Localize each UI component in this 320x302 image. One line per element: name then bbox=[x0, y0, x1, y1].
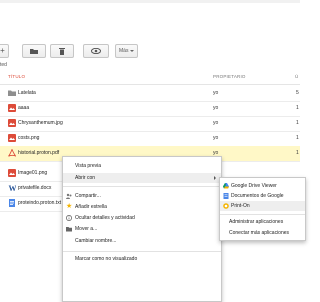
breadcrumb: ted bbox=[0, 62, 7, 68]
menu-divider bbox=[220, 214, 305, 215]
folder-icon bbox=[30, 49, 38, 54]
file-name: historial.proton.pdf bbox=[18, 150, 60, 156]
context-menu: Vista previa Abrir con Compartir... ★ Añ… bbox=[62, 156, 222, 302]
more-label: Más bbox=[119, 48, 129, 54]
folder-icon bbox=[66, 227, 72, 232]
image-file-icon bbox=[8, 104, 16, 112]
menu-item-mark-unviewed[interactable]: Marcar como no visualizado bbox=[63, 254, 221, 264]
submenu-item-label: Print-On bbox=[231, 203, 250, 209]
file-name: costs.png bbox=[18, 135, 40, 141]
table-row[interactable]: aaaa yo 1 bbox=[0, 101, 300, 117]
top-bar bbox=[0, 0, 300, 3]
file-name: Chrysanthemum.jpg bbox=[18, 120, 63, 126]
submenu-item-viewer[interactable]: Google Drive Viewer bbox=[220, 181, 305, 191]
menu-item-share[interactable]: Compartir... bbox=[63, 191, 221, 201]
file-modified: 1 bbox=[296, 135, 299, 141]
word-file-icon: W bbox=[9, 184, 17, 192]
image-file-icon bbox=[8, 169, 16, 177]
drive-viewer-icon bbox=[223, 183, 229, 189]
table-row[interactable]: Chrysanthemum.jpg yo 1 bbox=[0, 116, 300, 132]
file-name: proteindo.proton.txt bbox=[18, 200, 62, 206]
chevron-down-icon bbox=[130, 50, 134, 52]
file-owner: yo bbox=[213, 90, 219, 96]
menu-item-open-with[interactable]: Abrir con bbox=[63, 173, 221, 183]
new-button[interactable]: + bbox=[0, 44, 9, 58]
google-docs-icon bbox=[223, 193, 229, 199]
file-owner: yo bbox=[213, 120, 219, 126]
info-icon bbox=[66, 215, 72, 221]
menu-divider bbox=[63, 251, 221, 252]
star-icon: ★ bbox=[66, 203, 73, 210]
pdf-file-icon bbox=[8, 149, 16, 157]
table-row[interactable]: Latelata yo 5 bbox=[0, 86, 300, 102]
file-name: aaaa bbox=[18, 105, 30, 111]
menu-item-star[interactable]: ★ Añadir estrella bbox=[63, 202, 221, 212]
submenu-item-label: Google Drive Viewer bbox=[231, 183, 277, 189]
plus-icon: + bbox=[0, 46, 5, 55]
menu-item-label: Marcar como no visualizado bbox=[75, 256, 138, 262]
table-row[interactable]: costs.png yo 1 bbox=[0, 131, 300, 147]
column-title[interactable]: TÍTULO bbox=[8, 74, 25, 79]
column-owner[interactable]: PROPIETARIO bbox=[213, 74, 246, 79]
file-name: Latelata bbox=[18, 90, 36, 96]
submenu-item-label: Documentos de Google bbox=[231, 193, 284, 199]
share-icon bbox=[66, 193, 72, 199]
menu-item-label: Ocultar detalles y actividad bbox=[75, 215, 135, 221]
file-modified: 1 bbox=[296, 150, 299, 156]
submenu-item-docs[interactable]: Documentos de Google bbox=[220, 191, 305, 201]
menu-item-label: Cambiar nombre... bbox=[75, 238, 117, 244]
image-file-icon bbox=[8, 134, 16, 142]
file-modified: 1 bbox=[296, 120, 299, 126]
submenu-item-manage[interactable]: Administrar aplicaciones bbox=[220, 217, 305, 227]
file-owner: yo bbox=[213, 135, 219, 141]
file-name: Image01.png bbox=[18, 170, 48, 176]
menu-item-label: Añadir estrella bbox=[75, 204, 107, 210]
preview-button[interactable] bbox=[83, 44, 109, 58]
menu-item-hide-details[interactable]: Ocultar detalles y actividad bbox=[63, 213, 221, 223]
file-modified: 5 bbox=[296, 90, 299, 96]
open-with-submenu: Google Drive Viewer Documentos de Google… bbox=[219, 177, 306, 241]
menu-item-label: Vista previa bbox=[75, 163, 102, 169]
submenu-item-label: Administrar aplicaciones bbox=[229, 219, 284, 225]
delete-button[interactable] bbox=[50, 44, 74, 58]
submenu-item-print-on[interactable]: Print-On bbox=[220, 201, 305, 211]
folder-icon bbox=[8, 90, 16, 96]
menu-item-label: Compartir... bbox=[75, 193, 101, 199]
menu-divider bbox=[63, 186, 221, 187]
menu-item-label: Mover a... bbox=[75, 226, 98, 232]
file-modified: 1 bbox=[296, 105, 299, 111]
print-on-icon bbox=[223, 203, 229, 209]
doc-file-icon bbox=[9, 199, 15, 207]
menu-item-preview[interactable]: Vista previa bbox=[63, 161, 221, 171]
trash-icon bbox=[59, 47, 65, 55]
column-modified[interactable]: Ú bbox=[295, 74, 298, 79]
submenu-item-label: Conectar más aplicaciones bbox=[229, 230, 290, 236]
eye-icon bbox=[91, 48, 101, 54]
submenu-item-connect[interactable]: Conectar más aplicaciones bbox=[220, 228, 305, 238]
file-owner: yo bbox=[213, 105, 219, 111]
submenu-arrow-icon bbox=[214, 176, 216, 180]
menu-item-rename[interactable]: Cambiar nombre... bbox=[63, 236, 221, 246]
image-file-icon bbox=[8, 119, 16, 127]
folder-button[interactable] bbox=[22, 44, 46, 58]
svg-text:W: W bbox=[9, 184, 17, 192]
menu-item-move-to[interactable]: Mover a... bbox=[63, 224, 221, 234]
table-header: TÍTULO PROPIETARIO Ú bbox=[0, 71, 300, 85]
more-button[interactable]: Más bbox=[115, 44, 138, 58]
menu-item-label: Abrir con bbox=[75, 175, 96, 181]
file-name: privatefile.docx bbox=[18, 185, 52, 191]
